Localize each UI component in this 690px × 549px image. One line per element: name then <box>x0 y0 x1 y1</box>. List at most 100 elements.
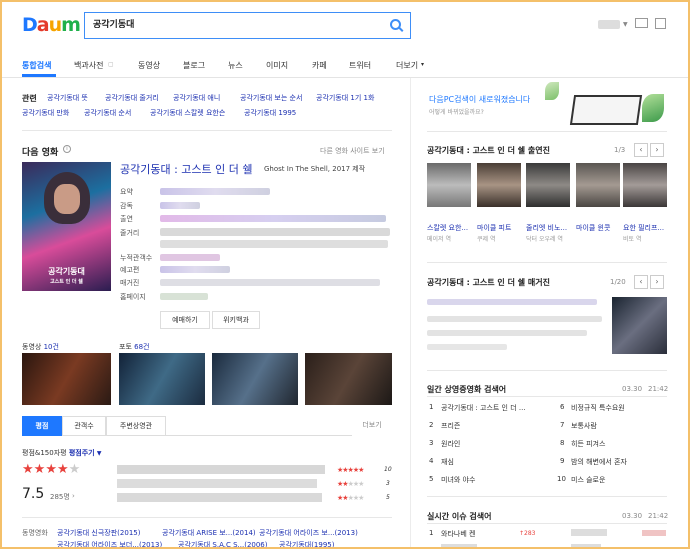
cast-name[interactable]: 줄리엣 비노... <box>526 223 572 233</box>
related-link[interactable]: 공각기동대 뜻 <box>47 93 88 103</box>
related-link[interactable]: 공각기동대 순서 <box>84 108 131 118</box>
cast-photo[interactable] <box>427 163 471 207</box>
tab-rating[interactable]: 평점 <box>22 416 62 436</box>
mail-icon[interactable] <box>635 18 648 28</box>
rank-item[interactable]: 비정규직 특수요원 <box>571 403 625 413</box>
cast-photo[interactable] <box>526 163 570 207</box>
cast-photo[interactable] <box>477 163 521 207</box>
next-button[interactable]: › <box>650 275 664 289</box>
search-input[interactable] <box>93 18 373 28</box>
magazine-thumbnail[interactable] <box>612 297 667 354</box>
related-link[interactable]: 공각기동대 스칼렛 요한슨 <box>150 108 225 118</box>
info-icon[interactable]: i <box>63 145 71 153</box>
cast-photo[interactable] <box>623 163 667 207</box>
user-area[interactable] <box>598 20 620 29</box>
rating-stars: ★★★★★ <box>22 462 80 477</box>
chevron-right-icon[interactable]: › <box>72 492 75 500</box>
related-link[interactable]: 공각기동대 보는 순서 <box>240 93 302 103</box>
cast-name[interactable]: 마이클 피트 <box>477 223 523 233</box>
info-value <box>160 266 230 273</box>
rank-item[interactable]: 원라인 <box>441 439 460 449</box>
series-link[interactable]: 공각기동대(1995) <box>279 540 334 547</box>
tab-twitter[interactable]: 트위터 <box>349 60 371 71</box>
review-tabs: 평점 관객수 주변상영관 더보기 <box>22 416 392 436</box>
photo-count[interactable]: 68건 <box>134 343 149 351</box>
next-button[interactable]: › <box>650 143 664 157</box>
chevron-down-icon[interactable]: ▼ <box>623 21 628 28</box>
tab-more[interactable]: 더보기 <box>396 60 418 71</box>
other-site-link[interactable]: 다른 영화 사이트 보기 <box>320 146 385 156</box>
promo-banner[interactable]: 다음PC검색이 새로워졌습니다 어떻게 바뀌었을까요? <box>427 82 667 127</box>
laptop-image <box>569 95 643 125</box>
info-value <box>160 240 388 248</box>
rank-item[interactable]: 미녀와 야수 <box>441 475 475 485</box>
series-link[interactable]: 공각기동대 신극장판(2015) <box>57 528 140 538</box>
rank-number: 4 <box>429 457 434 465</box>
related-link[interactable]: 공각기동대 줄거리 <box>105 93 159 103</box>
tab-blog[interactable]: 블로그 <box>183 60 205 71</box>
cast-role: 비토 역 <box>623 236 642 243</box>
cast-photo[interactable] <box>576 163 620 207</box>
tab-video[interactable]: 동영상 <box>138 60 160 71</box>
cast-name[interactable]: 스칼렛 요한... <box>427 223 473 233</box>
tab-theaters[interactable]: 주변상영관 <box>106 416 166 436</box>
cast-name[interactable]: 요한 필리프... <box>623 223 669 233</box>
rank-item[interactable]: 밤의 해변에서 혼자 <box>571 457 627 467</box>
video-count[interactable]: 10건 <box>44 343 59 351</box>
related-link[interactable]: 공각기동대 1995 <box>244 108 296 118</box>
search-box[interactable] <box>84 12 411 39</box>
rank-item[interactable]: 재심 <box>441 457 454 467</box>
search-icon[interactable] <box>390 19 401 30</box>
poster-subtitle: 고스트 인 더 쉘 <box>50 279 83 285</box>
cast-name[interactable]: 마이클 윈콧 <box>576 223 622 233</box>
review-stars: ★★★★★ <box>337 494 364 502</box>
series-link[interactable]: 공각기동대 ARISE 보...(2014) <box>162 528 256 538</box>
tab-image[interactable]: 이미지 <box>266 60 288 71</box>
info-value <box>160 188 270 195</box>
series-link[interactable]: 공각기동대 S.A.C S...(2006) <box>178 540 268 547</box>
reserve-button[interactable]: 예매하기 <box>160 311 210 329</box>
magazine-headline[interactable] <box>427 299 597 305</box>
prev-button[interactable]: ‹ <box>634 143 648 157</box>
divider <box>427 131 667 132</box>
issue-item[interactable]: 와타나베 켄 <box>441 529 475 539</box>
issue-item[interactable] <box>441 544 477 547</box>
series-link[interactable]: 공각기동대 어라이즈 보더...(2013) <box>57 540 162 547</box>
daum-logo[interactable]: Daum <box>22 14 81 36</box>
tab-cafe[interactable]: 카페 <box>312 60 327 71</box>
tab-encyclopedia[interactable]: 백과사전 <box>74 60 103 71</box>
series-link[interactable]: 공각기동대 어라이즈 보...(2013) <box>259 528 358 538</box>
apps-grid-icon[interactable] <box>655 18 666 29</box>
prev-button[interactable]: ‹ <box>634 275 648 289</box>
rank-item[interactable]: 프리즌 <box>441 421 460 431</box>
movie-poster[interactable]: 공각기동대 고스트 인 더 쉘 <box>22 162 111 291</box>
rank-item[interactable]: 공각기동대 : 고스트 인 더 ... <box>441 403 526 413</box>
leaf-image <box>545 82 559 100</box>
issue-item[interactable] <box>571 529 607 536</box>
photo-thumbnail[interactable] <box>305 353 392 405</box>
divider <box>427 396 667 397</box>
related-link[interactable]: 공각기동대 만화 <box>22 108 69 118</box>
rank-item[interactable]: 히든 피겨스 <box>571 439 605 449</box>
more-link[interactable]: 더보기 <box>352 416 392 436</box>
poster-title: 공각기동대 <box>48 267 85 276</box>
tab-audience[interactable]: 관객수 <box>62 416 106 436</box>
movie-title[interactable]: 공각기동대 : 고스트 인 더 쉘 <box>120 161 253 177</box>
info-label: 예고편 <box>120 266 140 274</box>
wiki-button[interactable]: 위키백과 <box>212 311 260 329</box>
related-link[interactable]: 공각기동대 1기 1화 <box>316 93 374 103</box>
promo-subtitle: 어떻게 바뀌었을까요? <box>429 109 484 116</box>
rank-item[interactable]: 보통사람 <box>571 421 597 431</box>
rank-item[interactable]: 미스 슬로운 <box>571 475 605 485</box>
rate-link[interactable]: 평점주기 <box>69 449 95 457</box>
info-label: 출연 <box>120 215 133 223</box>
cast-title: 공각기동대 : 고스트 인 더 쉘 출연진 <box>427 146 550 155</box>
issue-item[interactable] <box>571 544 601 547</box>
related-link[interactable]: 공각기동대 애니 <box>173 93 220 103</box>
tab-total[interactable]: 통합검색 <box>22 60 51 71</box>
photo-thumbnail[interactable] <box>119 353 205 405</box>
video-thumbnail[interactable] <box>22 353 111 405</box>
rank-number: 9 <box>560 457 565 465</box>
tab-news[interactable]: 뉴스 <box>228 60 243 71</box>
photo-thumbnail[interactable] <box>212 353 298 405</box>
